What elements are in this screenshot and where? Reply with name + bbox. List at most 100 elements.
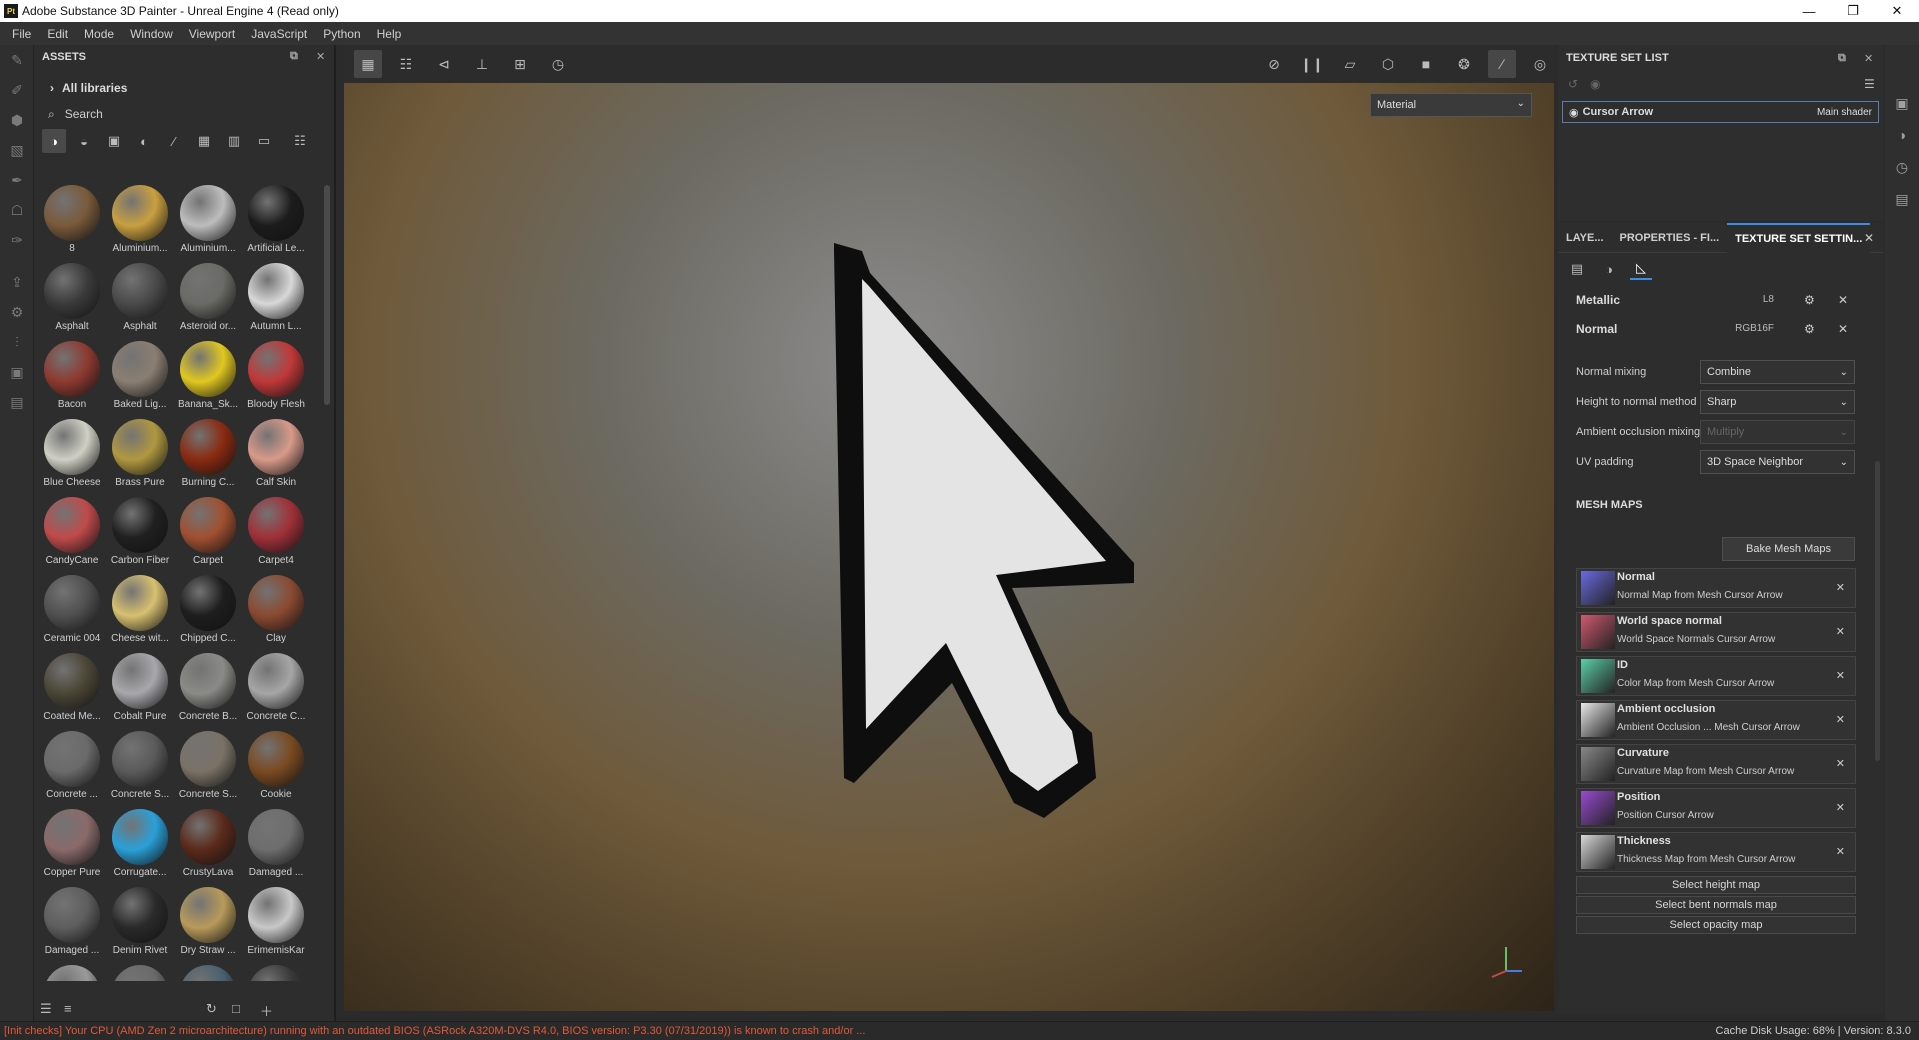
- menu-window[interactable]: Window: [122, 27, 181, 41]
- paint-tool-icon[interactable]: ✎: [0, 45, 34, 75]
- normal-mixing-select[interactable]: Combine ⌄: [1700, 360, 1855, 384]
- remove-channel-icon[interactable]: ✕: [1838, 322, 1848, 336]
- asset-tile[interactable]: Concrete C...: [242, 649, 308, 727]
- environments-filter-icon[interactable]: ▭: [252, 129, 276, 153]
- asset-tile[interactable]: Carpet: [174, 493, 242, 571]
- asset-tile[interactable]: Asphalt: [38, 259, 106, 337]
- asset-tile[interactable]: Aluminium...: [106, 181, 174, 259]
- viewport-mode-select[interactable]: Material ⌄: [1370, 93, 1532, 117]
- tab-layers[interactable]: LAYE...: [1558, 223, 1612, 253]
- asset-tile[interactable]: Carbon Fiber: [106, 493, 174, 571]
- tab-texture-set-settings[interactable]: TEXTURE SET SETTIN...: [1727, 222, 1871, 253]
- log-icon[interactable]: ▤: [1885, 183, 1919, 215]
- 3d-viewport[interactable]: Material ⌄: [344, 83, 1554, 1011]
- symmetry-y-icon[interactable]: ⊥: [468, 50, 496, 78]
- mesh-map-row[interactable]: Curvature Curvature Map from Mesh Cursor …: [1576, 744, 1856, 784]
- brush-mode-icon[interactable]: ∕: [1488, 50, 1516, 78]
- texture-set-row[interactable]: ◉ Cursor Arrow Main shader: [1562, 101, 1879, 123]
- remove-map-icon[interactable]: ✕: [1836, 581, 1845, 594]
- close-panel-icon[interactable]: ✕: [1864, 231, 1874, 245]
- asset-tile[interactable]: Coated Me...: [38, 649, 106, 727]
- asset-tile[interactable]: [242, 961, 308, 981]
- menu-icon[interactable]: ☰: [1864, 77, 1875, 91]
- folder-icon[interactable]: □: [232, 1001, 240, 1016]
- bake-icon[interactable]: ⇪: [0, 267, 34, 297]
- library-selector[interactable]: › All libraries: [34, 75, 334, 101]
- asset-tile[interactable]: Corrugate...: [106, 805, 174, 883]
- mesh-map-row[interactable]: Thickness Thickness Map from Mesh Cursor …: [1576, 832, 1856, 872]
- symmetry-x-icon[interactable]: ⊲: [430, 50, 458, 78]
- shader-settings-icon[interactable]: ◑: [1885, 119, 1919, 151]
- mesh-icon[interactable]: ⚙: [0, 297, 34, 327]
- camera-icon[interactable]: ■: [1412, 50, 1440, 78]
- minimize-button[interactable]: —: [1787, 0, 1831, 22]
- status-warning[interactable]: [Init checks] Your CPU (AMD Zen 2 microa…: [0, 1025, 865, 1037]
- smudge-tool-icon[interactable]: ✒: [0, 165, 34, 195]
- frame-icon[interactable]: ⊞: [506, 50, 534, 78]
- close-panel-icon[interactable]: ✕: [1864, 52, 1873, 65]
- channel-format[interactable]: L8: [1724, 294, 1774, 305]
- asset-tile[interactable]: Baked Lig...: [106, 337, 174, 415]
- asset-tile[interactable]: Ceramic 004: [38, 571, 106, 649]
- asset-tile[interactable]: Concrete S...: [106, 727, 174, 805]
- menu-javascript[interactable]: JavaScript: [243, 27, 315, 41]
- mesh-map-row[interactable]: World space normal World Space Normals Cu…: [1576, 612, 1856, 652]
- bake-mesh-maps-button[interactable]: Bake Mesh Maps: [1722, 537, 1855, 561]
- search-field[interactable]: ⌕ Search: [34, 103, 334, 125]
- mesh-map-row[interactable]: ID Color Map from Mesh Cursor Arrow ✕: [1576, 656, 1856, 696]
- tiling-icon[interactable]: ☷: [392, 50, 420, 78]
- list-view-icon[interactable]: ☰: [40, 1001, 52, 1017]
- undock-icon[interactable]: ⧉: [1838, 52, 1846, 65]
- menu-python[interactable]: Python: [315, 27, 368, 41]
- polygon-fill-icon[interactable]: ▧: [0, 135, 34, 165]
- mesh-map-row[interactable]: Normal Normal Map from Mesh Cursor Arrow ✕: [1576, 568, 1856, 608]
- asset-tile[interactable]: Aluminium...: [174, 181, 242, 259]
- cube-view-icon[interactable]: ⬡: [1374, 50, 1402, 78]
- grid-view-icon[interactable]: ☷: [288, 129, 312, 153]
- asset-tile[interactable]: Asphalt: [106, 259, 174, 337]
- asset-tile[interactable]: Clay: [242, 571, 308, 649]
- color-picker-icon[interactable]: ✑: [0, 225, 34, 255]
- clone-tool-icon[interactable]: ☖: [0, 195, 34, 225]
- asset-tile[interactable]: Brass Pure: [106, 415, 174, 493]
- texture-set-shader[interactable]: Main shader: [1817, 107, 1872, 118]
- maximize-button[interactable]: ❐: [1831, 0, 1875, 22]
- mesh-maps-icon[interactable]: ◺: [1630, 258, 1652, 280]
- eraser-tool-icon[interactable]: ✐: [0, 75, 34, 105]
- asset-tile[interactable]: 8: [38, 181, 106, 259]
- asset-tile[interactable]: Concrete S...: [174, 727, 242, 805]
- asset-tile[interactable]: CrustyLava: [174, 805, 242, 883]
- menu-file[interactable]: File: [4, 27, 39, 41]
- asset-tile[interactable]: Concrete ...: [38, 727, 106, 805]
- add-icon[interactable]: ＋: [260, 1001, 273, 1020]
- remove-channel-icon[interactable]: ✕: [1838, 293, 1848, 307]
- ruler-icon[interactable]: ⫶: [0, 327, 34, 357]
- remove-map-icon[interactable]: ✕: [1836, 669, 1845, 682]
- select-map-button[interactable]: Select height map: [1576, 876, 1856, 894]
- brushes-filter-icon[interactable]: ∕: [162, 129, 186, 153]
- asset-tile[interactable]: Autumn L...: [242, 259, 308, 337]
- asset-tile[interactable]: Blue Cheese: [38, 415, 106, 493]
- display-settings-icon[interactable]: ▣: [1885, 87, 1919, 119]
- mesh-map-row[interactable]: Position Position Cursor Arrow ✕: [1576, 788, 1856, 828]
- remove-map-icon[interactable]: ✕: [1836, 845, 1845, 858]
- tree-view-icon[interactable]: ≡: [64, 1001, 72, 1016]
- asset-tile[interactable]: Artificial Le...: [242, 181, 308, 259]
- asset-tile[interactable]: Asteroid or...: [174, 259, 242, 337]
- textures-filter-icon[interactable]: ▥: [222, 129, 246, 153]
- menu-edit[interactable]: Edit: [39, 27, 76, 41]
- gear-icon[interactable]: ⚙: [1804, 322, 1815, 336]
- tab-properties[interactable]: PROPERTIES - FI...: [1612, 223, 1728, 253]
- eye-icon[interactable]: ◉: [1569, 106, 1579, 119]
- asset-tile[interactable]: Carpet4: [242, 493, 308, 571]
- uv-padding-select[interactable]: 3D Space Neighbor ⌄: [1700, 450, 1855, 474]
- uv-tiles-icon[interactable]: ▦: [354, 50, 382, 78]
- projection-tool-icon[interactable]: ⬢: [0, 105, 34, 135]
- asset-tile[interactable]: Chipped C...: [174, 571, 242, 649]
- hide-overlay-icon[interactable]: ⊘: [1260, 50, 1288, 78]
- generators-filter-icon[interactable]: ◐: [132, 129, 156, 153]
- asset-tile[interactable]: CandyCane: [38, 493, 106, 571]
- shader-icon[interactable]: ◑: [1598, 258, 1620, 280]
- close-panel-icon[interactable]: ✕: [316, 50, 325, 63]
- reset-camera-icon[interactable]: ◷: [544, 50, 572, 78]
